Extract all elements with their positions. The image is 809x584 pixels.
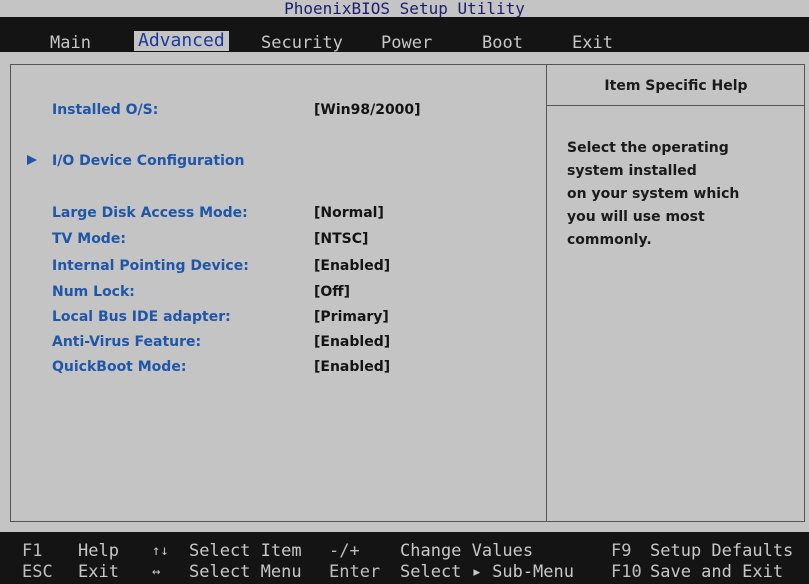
key-esc: ESC [22, 562, 53, 582]
key-f1: F1 [22, 541, 43, 561]
tab-power[interactable]: Power [381, 17, 432, 53]
tab-main[interactable]: Main [50, 17, 91, 53]
key-f9: F9 [611, 541, 632, 561]
setting-anti-virus-value[interactable]: [Enabled] [314, 334, 390, 350]
setting-num-lock-value[interactable]: [Off] [314, 284, 350, 300]
setting-internal-pointing-device-label[interactable]: Internal Pointing Device: [52, 258, 249, 274]
tab-exit[interactable]: Exit [572, 17, 613, 53]
setting-installed-os-value[interactable]: [Win98/2000] [314, 102, 421, 118]
select-submenu-action: Select ▸ Sub-Menu [400, 562, 574, 582]
setting-num-lock-label[interactable]: Num Lock: [52, 284, 135, 300]
window-title: PhoenixBIOS Setup Utility [0, 0, 809, 18]
setting-quickboot-mode-label[interactable]: QuickBoot Mode: [52, 359, 186, 375]
panel-divider [546, 64, 547, 522]
up-down-arrows-icon: ↑↓ [152, 543, 169, 559]
key-enter: Enter [329, 562, 381, 582]
setting-internal-pointing-device-value[interactable]: [Enabled] [314, 258, 390, 274]
tab-security[interactable]: Security [261, 17, 343, 53]
setting-local-bus-ide-value[interactable]: [Primary] [314, 309, 389, 325]
setting-large-disk-access-mode-label[interactable]: Large Disk Access Mode: [52, 205, 248, 221]
key-f10: F10 [611, 562, 642, 582]
setting-installed-os-label[interactable]: Installed O/S: [52, 102, 158, 118]
help-title: Item Specific Help [604, 78, 748, 94]
select-item-action: Select Item [189, 541, 302, 561]
submenu-arrow-icon [27, 155, 37, 165]
select-menu-action: Select Menu [189, 562, 302, 582]
exit-action: Exit [78, 562, 119, 582]
key-minus-plus: -/+ [329, 541, 360, 561]
left-right-arrows-icon: ↔ [152, 564, 161, 580]
help-header-divider [547, 105, 805, 106]
tab-advanced[interactable]: Advanced [134, 31, 229, 51]
setup-defaults-action: Setup Defaults [650, 541, 794, 561]
setting-quickboot-mode-value[interactable]: [Enabled] [314, 359, 390, 375]
setting-large-disk-access-mode-value[interactable]: [Normal] [314, 205, 384, 221]
setting-tv-mode-label[interactable]: TV Mode: [52, 231, 126, 247]
key-f1-action: Help [78, 541, 119, 561]
help-text: Select the operating system installed on… [567, 140, 740, 248]
submenu-io-device-configuration[interactable]: I/O Device Configuration [52, 153, 244, 169]
tab-boot[interactable]: Boot [482, 17, 523, 53]
setting-tv-mode-value[interactable]: [NTSC] [314, 231, 368, 247]
setting-local-bus-ide-label[interactable]: Local Bus IDE adapter: [52, 309, 231, 325]
change-values-action: Change Values [400, 541, 534, 561]
save-and-exit-action: Save and Exit [650, 562, 784, 582]
setting-anti-virus-label[interactable]: Anti-Virus Feature: [52, 334, 201, 350]
